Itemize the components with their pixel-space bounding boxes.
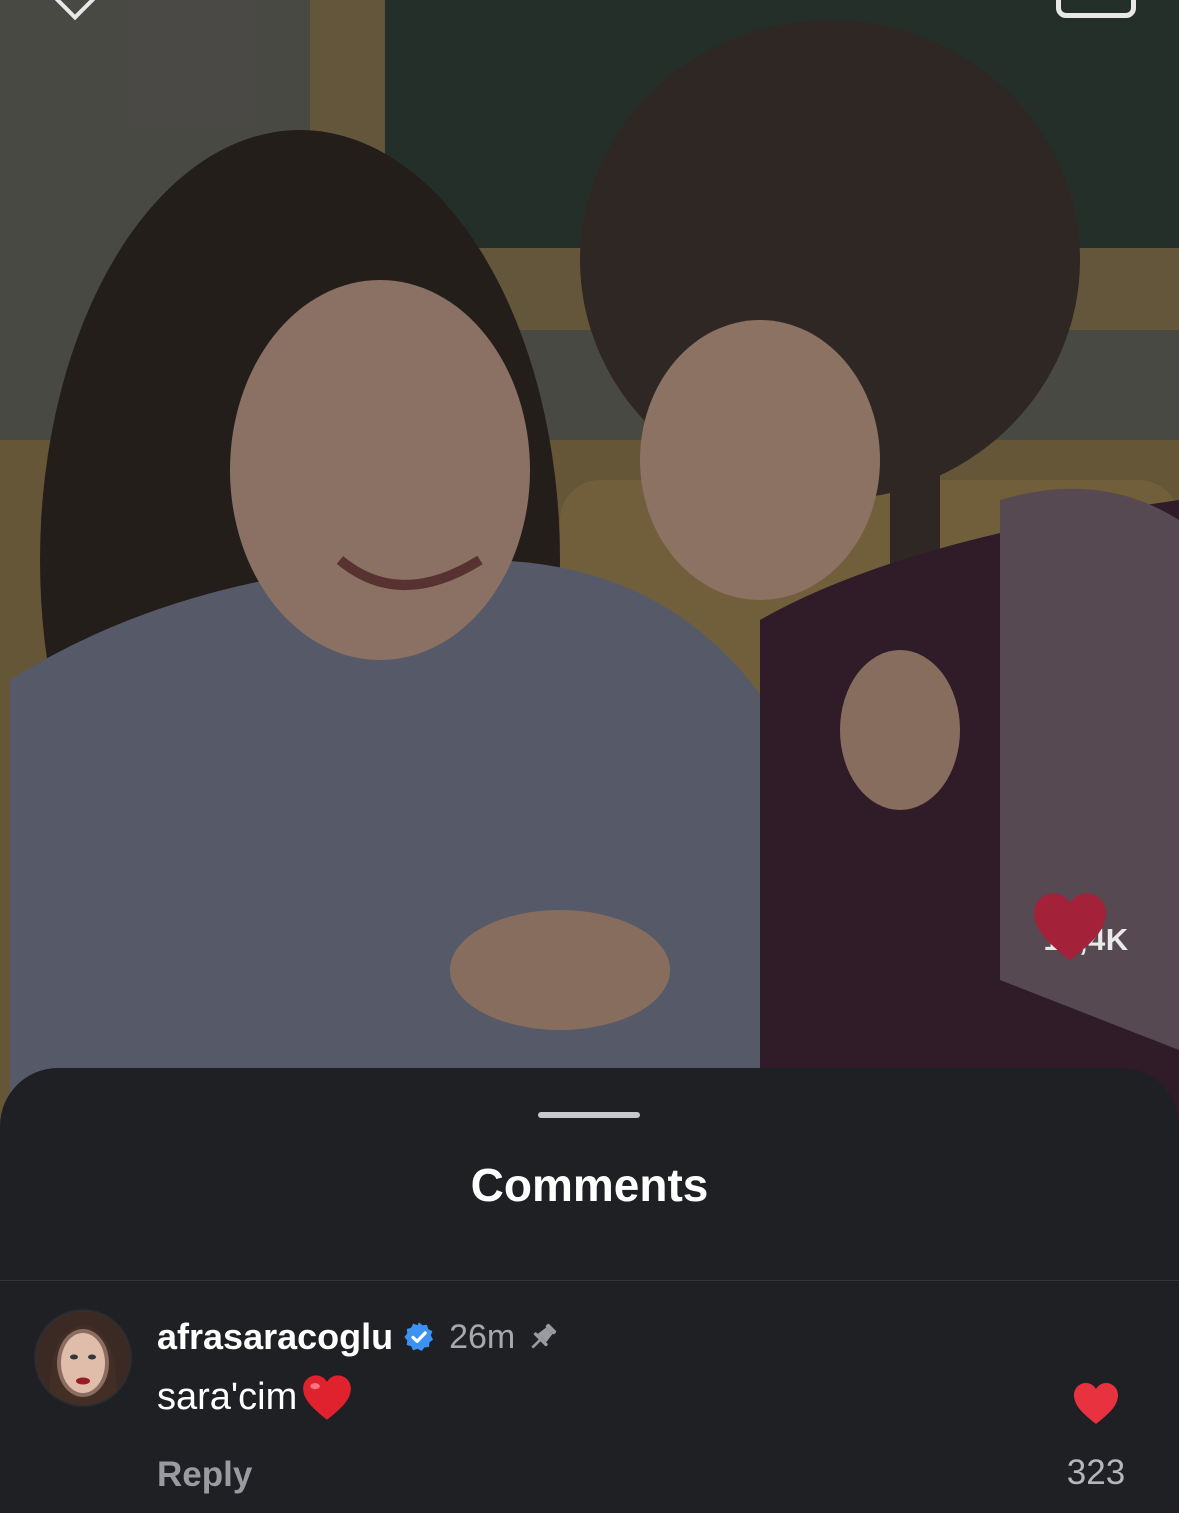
comment-text: sara'cim [157, 1375, 298, 1418]
more-options-icon[interactable] [1056, 0, 1136, 18]
heart-icon [1034, 893, 1106, 961]
sheet-title: Comments [470, 1159, 709, 1211]
comment-like-count: 323 [1066, 1453, 1126, 1492]
comment-like-button[interactable]: 323 [1058, 1381, 1134, 1493]
comment-header: afrasaracoglu 26m [157, 1315, 561, 1359]
comment-item: afrasaracoglu 26m sara'cim Reply 323 [0, 1281, 1179, 1513]
video-dim-overlay [0, 0, 1179, 1130]
pin-icon [531, 1323, 557, 1349]
avatar-image [36, 1311, 130, 1405]
heart-icon [1074, 1383, 1118, 1424]
comment-timestamp: 26m [449, 1317, 516, 1356]
video-frame[interactable]: 17,4K [0, 0, 1179, 1130]
reply-button[interactable]: Reply [157, 1455, 252, 1495]
avatar[interactable] [36, 1311, 130, 1405]
sheet-grabber-handle[interactable] [538, 1112, 640, 1118]
verified-badge-icon [404, 1322, 434, 1351]
comments-sheet: Comments afrasaracoglu 26m sara'cim Repl… [0, 1068, 1179, 1513]
username[interactable]: afrasaracoglu [157, 1316, 393, 1358]
red-heart-emoji-icon [303, 1375, 352, 1420]
post-like-button[interactable]: 17,4K [1030, 890, 1142, 961]
comment-body: sara'cim [157, 1373, 353, 1421]
